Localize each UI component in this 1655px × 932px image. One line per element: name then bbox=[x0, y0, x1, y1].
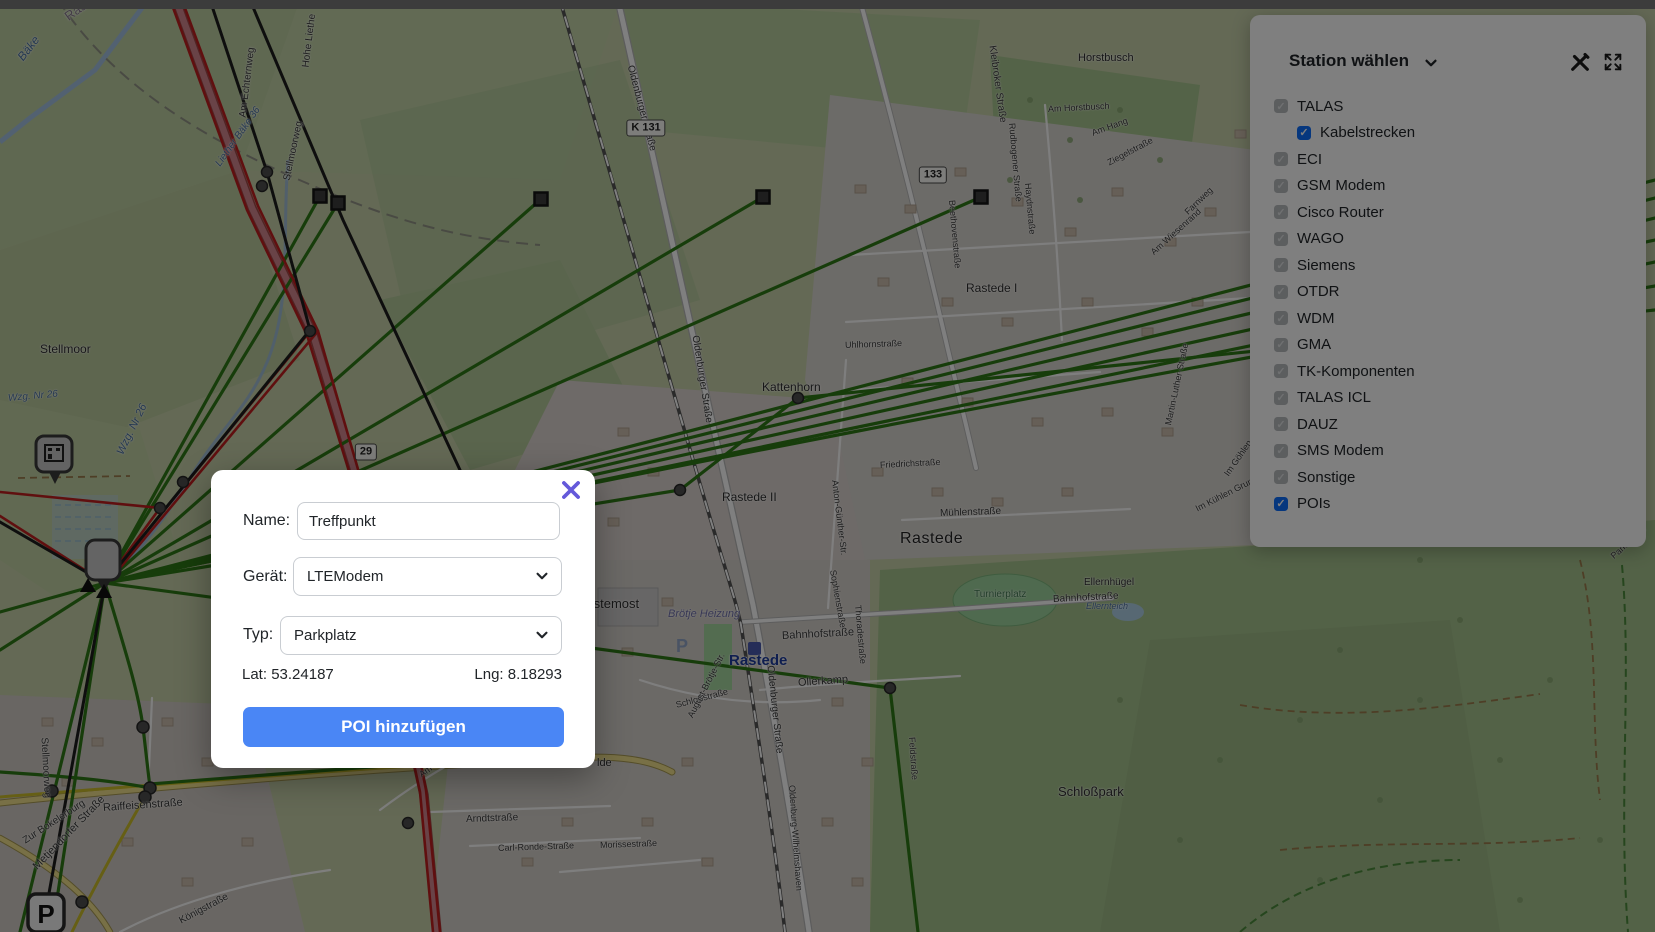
typ-select-wrap: Parkplatz bbox=[280, 616, 562, 655]
lat-value: Lat: 53.24187 bbox=[242, 666, 334, 683]
top-edge-strip bbox=[0, 0, 1655, 9]
app-root: P P RastedeBäkeHohe LietheAm EchternwegS… bbox=[0, 0, 1655, 932]
geraet-select-wrap: LTEModem bbox=[293, 557, 562, 596]
typ-label: Typ: bbox=[243, 626, 273, 644]
geraet-select[interactable]: LTEModem bbox=[293, 557, 562, 596]
name-label: Name: bbox=[243, 512, 290, 530]
geraet-label: Gerät: bbox=[243, 568, 287, 586]
add-poi-dialog: Name: Gerät: LTEModem Typ: Parkplatz bbox=[211, 470, 595, 768]
modal-backdrop[interactable] bbox=[0, 0, 1655, 932]
lng-value: Lng: 8.18293 bbox=[474, 666, 562, 683]
typ-select[interactable]: Parkplatz bbox=[280, 616, 562, 655]
name-input[interactable] bbox=[297, 502, 560, 540]
add-poi-button[interactable]: POI hinzufügen bbox=[243, 707, 564, 747]
coordinates-row: Lat: 53.24187 Lng: 8.18293 bbox=[242, 666, 562, 683]
close-icon[interactable] bbox=[559, 478, 583, 502]
